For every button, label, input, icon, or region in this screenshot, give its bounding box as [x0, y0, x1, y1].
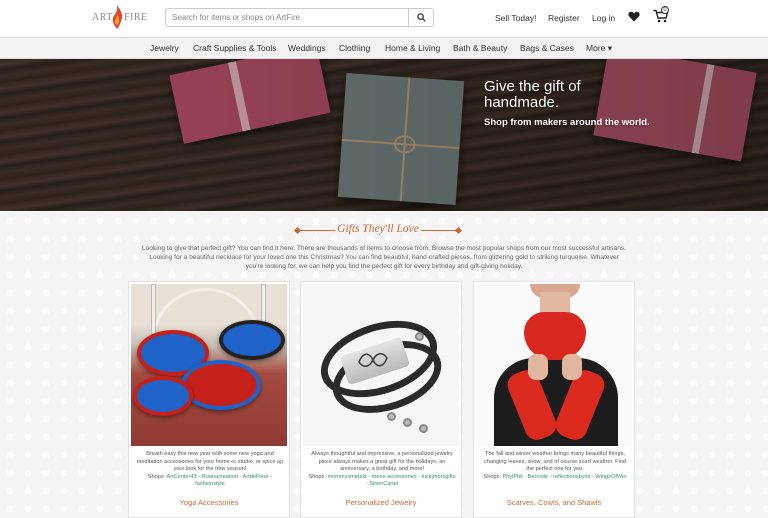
logo-text-fire: FIRE [124, 12, 148, 23]
shop-links[interactable]: ArtCenter43 - Ruanacreation - ArtdeFleur… [166, 474, 272, 488]
card-description: Always thoughtful and impressive, a pers… [308, 451, 456, 488]
card-description: The fall and winter weather brings many … [483, 451, 627, 480]
card-image[interactable] [303, 284, 459, 446]
sell-today-link[interactable]: Sell Today! [495, 13, 536, 23]
shop-links[interactable]: mommysmetalz - mens-accessories - luckyh… [327, 474, 455, 488]
hero-heading: Give the gift of handmade. [484, 78, 581, 111]
nav-item-more-dropdown[interactable]: More ▾ [586, 43, 612, 54]
gift-card-scarves[interactable]: The fall and winter weather brings many … [473, 281, 635, 518]
section-title: Gifts They'll Love [293, 223, 463, 239]
heart-icon[interactable] [628, 11, 640, 22]
search-input[interactable] [165, 8, 409, 27]
section-intro: Looking to give that perfect gift? You c… [141, 245, 627, 270]
nav-item-craft-supplies[interactable]: Craft Supplies & Tools [193, 43, 276, 53]
gifts-section: Gifts They'll Love Looking to give that … [0, 211, 768, 518]
shop-links[interactable]: PhylPhil - Berniole - reflectionsbyds - … [502, 474, 626, 480]
category-nav: Jewelry Craft Supplies & Tools Weddings … [0, 37, 768, 59]
top-header: ART FIRE Sell Today! Register Log in 0 [0, 0, 768, 37]
search-button[interactable] [409, 8, 434, 27]
hero-banner[interactable]: Give the gift of handmade. Shop from mak… [0, 59, 768, 211]
hero-subheading: Shop from makers around the world. [484, 117, 650, 128]
card-description: Breath easy this new year with some new … [136, 451, 284, 488]
section-title-text: Gifts They'll Love [337, 223, 419, 235]
gift-card-yoga[interactable]: Breath easy this new year with some new … [128, 281, 290, 518]
register-link[interactable]: Register [548, 13, 580, 23]
search-icon [416, 13, 426, 22]
artfire-logo[interactable]: ART FIRE [92, 5, 154, 30]
nav-item-clothing[interactable]: Clothing [339, 43, 370, 53]
cart-count-badge: 0 [661, 6, 669, 14]
nav-item-home-living[interactable]: Home & Living [385, 43, 440, 53]
login-link[interactable]: Log in [592, 13, 615, 23]
nav-item-bath-beauty[interactable]: Bath & Beauty [453, 43, 507, 53]
card-title-link[interactable]: Yoga Accessories [129, 498, 289, 507]
card-title-link[interactable]: Scarves, Cowls, and Shawls [474, 498, 634, 507]
nav-item-jewelry[interactable]: Jewelry [150, 43, 179, 53]
flame-logo-icon [112, 5, 123, 29]
card-image[interactable] [131, 284, 287, 446]
card-title-link[interactable]: Personalized Jewelry [301, 498, 461, 507]
nav-item-weddings[interactable]: Weddings [288, 43, 326, 53]
gift-card-jewelry[interactable]: Always thoughtful and impressive, a pers… [300, 281, 462, 518]
nav-item-bags-cases[interactable]: Bags & Cases [520, 43, 574, 53]
card-image[interactable] [476, 284, 632, 446]
